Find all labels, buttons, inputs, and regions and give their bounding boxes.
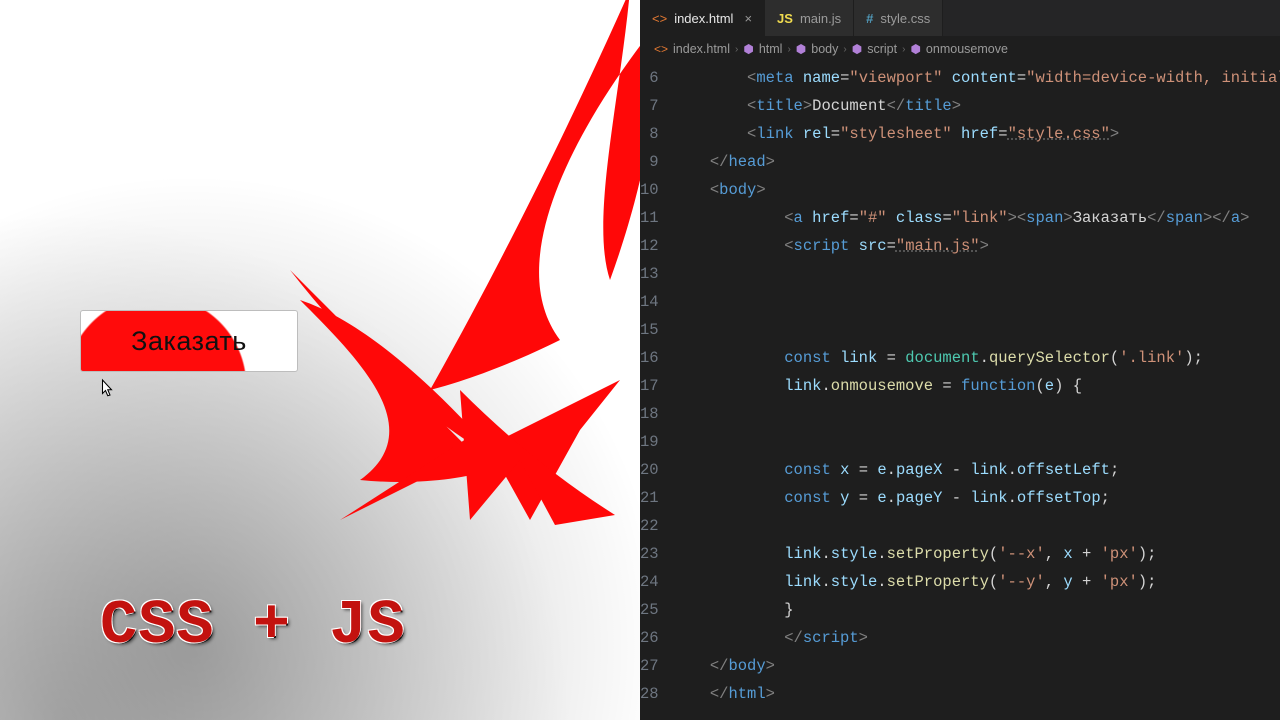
code-line[interactable] <box>673 400 1280 428</box>
code-line[interactable]: <link rel="stylesheet" href="style.css"> <box>673 120 1280 148</box>
line-number: 21 <box>640 484 659 512</box>
breadcrumb-part[interactable]: html <box>759 42 783 56</box>
code-line[interactable]: <body> <box>673 176 1280 204</box>
code-area[interactable]: <meta name="viewport" content="width=dev… <box>673 62 1280 720</box>
line-number: 15 <box>640 316 659 344</box>
code-line[interactable]: <title>Document</title> <box>673 92 1280 120</box>
code-line[interactable]: </script> <box>673 624 1280 652</box>
brush-arrow-icon <box>160 0 640 600</box>
line-number: 16 <box>640 344 659 372</box>
breadcrumb-file[interactable]: index.html <box>673 42 730 56</box>
code-line[interactable]: link.onmousemove = function(e) { <box>673 372 1280 400</box>
preview-pane: Заказать CSS + JS <box>0 0 640 720</box>
breadcrumb-part[interactable]: onmousemove <box>926 42 1008 56</box>
line-number: 24 <box>640 568 659 596</box>
line-number: 20 <box>640 456 659 484</box>
chevron-right-icon: › <box>735 44 738 55</box>
code-line[interactable]: <a href="#" class="link"><span>Заказать<… <box>673 204 1280 232</box>
line-number: 8 <box>640 120 659 148</box>
line-number: 14 <box>640 288 659 316</box>
html-file-icon: <> <box>654 42 668 56</box>
line-number: 9 <box>640 148 659 176</box>
headline-text: CSS + JS <box>100 590 406 661</box>
js-file-icon: JS <box>777 11 793 26</box>
line-number: 22 <box>640 512 659 540</box>
line-number: 13 <box>640 260 659 288</box>
code-line[interactable]: } <box>673 596 1280 624</box>
cube-icon: ⬢ <box>910 42 920 56</box>
code-line[interactable] <box>673 512 1280 540</box>
line-number: 10 <box>640 176 659 204</box>
line-number: 17 <box>640 372 659 400</box>
code-line[interactable]: </head> <box>673 148 1280 176</box>
line-number: 19 <box>640 428 659 456</box>
tab-label: style.css <box>880 11 930 26</box>
code-line[interactable] <box>673 260 1280 288</box>
css-file-icon: # <box>866 11 873 26</box>
code-line[interactable] <box>673 316 1280 344</box>
tab-index-html[interactable]: <> index.html × <box>640 0 765 36</box>
code-line[interactable]: const x = e.pageX - link.offsetLeft; <box>673 456 1280 484</box>
editor-body: 6789101112131415161718192021222324252627… <box>640 62 1280 720</box>
line-number: 11 <box>640 204 659 232</box>
breadcrumb-part[interactable]: script <box>867 42 897 56</box>
chevron-right-icon: › <box>902 44 905 55</box>
tab-label: index.html <box>674 11 733 26</box>
code-line[interactable]: link.style.setProperty('--y', y + 'px'); <box>673 568 1280 596</box>
code-line[interactable]: const link = document.querySelector('.li… <box>673 344 1280 372</box>
line-number: 7 <box>640 92 659 120</box>
order-button[interactable]: Заказать <box>80 310 298 372</box>
code-line[interactable] <box>673 288 1280 316</box>
code-editor: <> index.html × JS main.js # style.css <> inde… <box>640 0 1280 720</box>
line-number: 12 <box>640 232 659 260</box>
code-line[interactable]: link.style.setProperty('--x', x + 'px'); <box>673 540 1280 568</box>
chevron-right-icon: › <box>787 44 790 55</box>
code-line[interactable] <box>673 428 1280 456</box>
chevron-right-icon: › <box>843 44 846 55</box>
tab-label: main.js <box>800 11 841 26</box>
tab-bar: <> index.html × JS main.js # style.css <box>640 0 1280 36</box>
line-number: 23 <box>640 540 659 568</box>
line-number: 27 <box>640 652 659 680</box>
code-line[interactable]: <meta name="viewport" content="width=dev… <box>673 64 1280 92</box>
line-gutter: 6789101112131415161718192021222324252627… <box>640 62 673 720</box>
cube-icon: ⬢ <box>743 42 753 56</box>
line-number: 26 <box>640 624 659 652</box>
order-button-label: Заказать <box>131 326 247 357</box>
html-file-icon: <> <box>652 11 667 26</box>
close-icon[interactable]: × <box>744 11 752 26</box>
line-number: 28 <box>640 680 659 708</box>
line-number: 6 <box>640 64 659 92</box>
breadcrumb-part[interactable]: body <box>811 42 838 56</box>
code-line[interactable]: const y = e.pageY - link.offsetTop; <box>673 484 1280 512</box>
code-line[interactable]: </body> <box>673 652 1280 680</box>
cube-icon: ⬢ <box>796 42 806 56</box>
tab-style-css[interactable]: # style.css <box>854 0 943 36</box>
tab-main-js[interactable]: JS main.js <box>765 0 854 36</box>
code-line[interactable]: </html> <box>673 680 1280 708</box>
breadcrumb[interactable]: <> index.html › ⬢ html › ⬢ body › ⬢ scri… <box>640 36 1280 62</box>
line-number: 18 <box>640 400 659 428</box>
code-line[interactable]: <script src="main.js"> <box>673 232 1280 260</box>
line-number: 25 <box>640 596 659 624</box>
cube-icon: ⬢ <box>852 42 862 56</box>
pointer-cursor-icon <box>98 378 116 405</box>
